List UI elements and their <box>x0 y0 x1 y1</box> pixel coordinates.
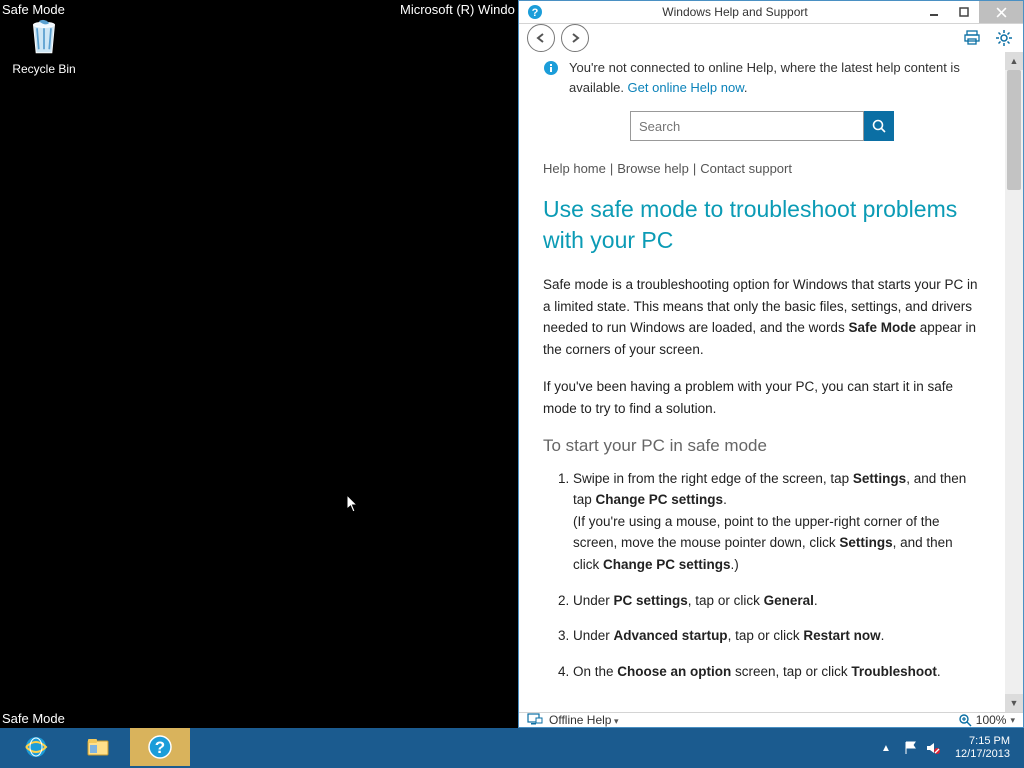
taskbar[interactable]: ? ▲ 7:15 PM 12/17/2013 <box>0 728 1024 768</box>
maximize-button[interactable] <box>949 1 979 23</box>
safemode-corner-tl: Safe Mode <box>2 2 65 17</box>
crumb-contact-support[interactable]: Contact support <box>700 161 792 176</box>
svg-text:?: ? <box>155 738 165 757</box>
search-bar <box>630 111 894 141</box>
recycle-bin-icon[interactable]: Recycle Bin <box>12 16 76 76</box>
navigation-toolbar <box>519 24 1023 52</box>
step-2: Under PC settings, tap or click General. <box>573 590 981 612</box>
window-title: Windows Help and Support <box>551 5 919 19</box>
back-button[interactable] <box>527 24 555 52</box>
chevron-down-icon: ▾ <box>1010 715 1015 726</box>
help-window: ? Windows Help and Support <box>518 0 1024 728</box>
taskbar-help-button[interactable]: ? <box>130 728 190 766</box>
scroll-up-button[interactable]: ▲ <box>1005 52 1023 70</box>
steps-list: Swipe in from the right edge of the scre… <box>543 468 981 683</box>
svg-text:?: ? <box>532 7 539 19</box>
trash-icon <box>23 16 65 58</box>
clock-time: 7:15 PM <box>955 735 1010 748</box>
help-app-icon: ? <box>525 2 545 22</box>
tray-show-hidden-icons[interactable]: ▲ <box>877 743 895 754</box>
scrollbar[interactable]: ▲ ▼ <box>1005 52 1023 712</box>
step-3: Under Advanced startup, tap or click Res… <box>573 625 981 647</box>
taskbar-clock[interactable]: 7:15 PM 12/17/2013 <box>949 735 1016 761</box>
breadcrumb: Help home|Browse help|Contact support <box>543 161 981 176</box>
minimize-button[interactable] <box>919 1 949 23</box>
scroll-down-button[interactable]: ▼ <box>1005 694 1023 712</box>
offline-help-dropdown[interactable]: Offline Help <box>527 713 619 727</box>
tray-flag-icon[interactable] <box>903 740 919 756</box>
monitor-icon <box>527 713 543 727</box>
crumb-help-home[interactable]: Help home <box>543 161 606 176</box>
titlebar[interactable]: ? Windows Help and Support <box>519 1 1023 24</box>
search-input[interactable] <box>630 111 864 141</box>
clock-date: 12/17/2013 <box>955 748 1010 761</box>
get-online-help-link[interactable]: Get online Help now <box>628 80 744 95</box>
mouse-cursor-icon <box>346 494 360 514</box>
taskbar-explorer-button[interactable] <box>68 728 128 766</box>
tray-volume-muted-icon[interactable] <box>925 740 941 756</box>
zoom-value: 100% <box>976 713 1007 727</box>
article-title: Use safe mode to troubleshoot problems w… <box>543 194 981 256</box>
intro-paragraph-2: If you've been having a problem with you… <box>543 376 981 419</box>
taskbar-ie-button[interactable] <box>6 728 66 766</box>
build-label-top: Microsoft (R) Windo <box>400 2 515 17</box>
status-bar: Offline Help 100% ▾ <box>519 712 1023 727</box>
zoom-control[interactable]: 100% ▾ <box>958 713 1015 727</box>
crumb-browse-help[interactable]: Browse help <box>617 161 689 176</box>
section-heading: To start your PC in safe mode <box>543 436 981 456</box>
close-button[interactable] <box>979 1 1023 23</box>
zoom-icon <box>958 713 972 727</box>
step-1: Swipe in from the right edge of the scre… <box>573 468 981 576</box>
scroll-thumb[interactable] <box>1007 70 1021 190</box>
print-icon[interactable] <box>961 27 983 49</box>
search-button[interactable] <box>864 111 894 141</box>
safemode-corner-bl: Safe Mode <box>2 711 65 726</box>
offline-notice: You're not connected to online Help, whe… <box>543 52 981 111</box>
info-icon <box>543 60 559 97</box>
forward-button[interactable] <box>561 24 589 52</box>
intro-paragraph-1: Safe mode is a troubleshooting option fo… <box>543 274 981 360</box>
help-content-area: You're not connected to online Help, whe… <box>519 52 1005 712</box>
step-4: On the Choose an option screen, tap or c… <box>573 661 981 683</box>
offline-help-label: Offline Help <box>549 713 619 727</box>
settings-gear-icon[interactable] <box>993 27 1015 49</box>
recycle-bin-label: Recycle Bin <box>12 62 76 76</box>
